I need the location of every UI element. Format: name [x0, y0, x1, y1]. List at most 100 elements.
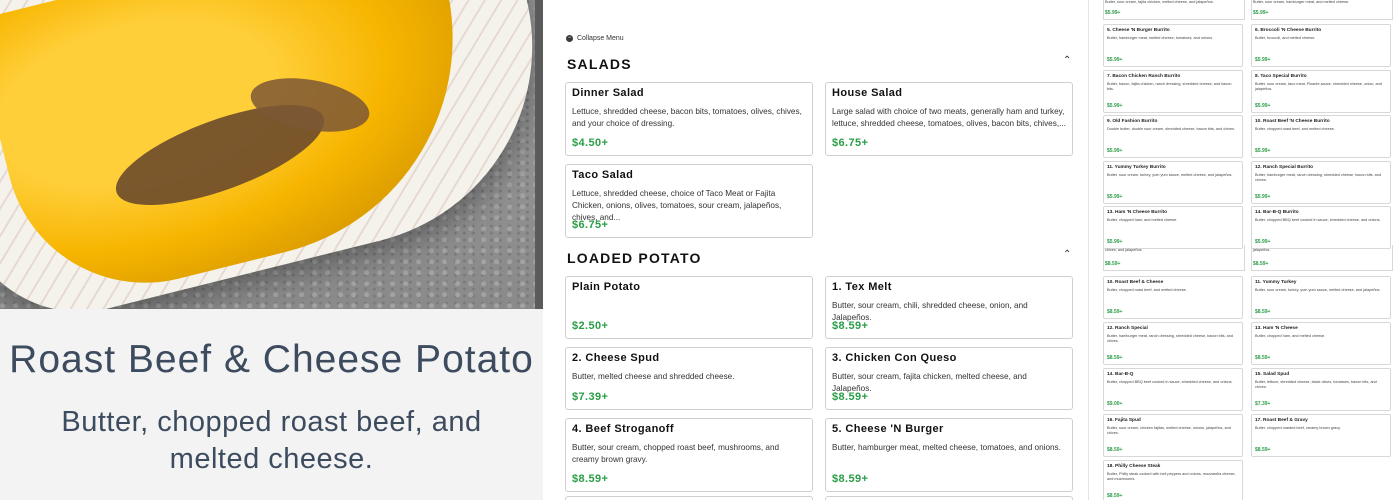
overview-item-description: Butter, lettuce, shredded cheese, black … [1255, 380, 1377, 390]
menu-item-name: 1. Tex Melt [832, 281, 892, 293]
overview-item-price: $8.59+ [1255, 309, 1271, 315]
menu-item-card[interactable]: 2. Cheese Spud Butter, melted cheese and… [565, 347, 813, 410]
overview-item-description: Butter, chopped roast beef, and melted c… [1255, 127, 1335, 131]
overview-item-card[interactable]: 18. Philly Cheese Steak Butter, Philly st… [1103, 460, 1243, 500]
overview-item-description: Butter, chopped BBQ beef cooked in sauce… [1107, 380, 1233, 384]
overview-item-price: $5.99+ [1107, 148, 1123, 154]
overview-item-name: 16. Fajita Spud [1107, 418, 1141, 423]
menu-item-description: Butter, hamburger meat, melted cheese, t… [832, 443, 1061, 452]
overview-item-name: 17. Roast Beef & Gravy [1255, 418, 1308, 423]
menu-item-name: Plain Potato [572, 281, 641, 293]
overview-item-card[interactable]: 13. Ham 'N Cheese Butter, chopped ham, an… [1251, 322, 1391, 365]
overview-item-name: 14. Bar-B-Q Burrito [1255, 210, 1299, 215]
overview-item-card[interactable]: 11. Yummy Turkey Butter, sour cream, turk… [1251, 276, 1391, 319]
menu-item-description: Large salad with choice of two meats, ge… [832, 107, 1066, 128]
overview-item-price: $8.59+ [1107, 309, 1123, 315]
overview-item-name: 13. Ham 'N Cheese Burrito [1107, 210, 1168, 215]
overview-item-description: Butter, hamburger meat, ranch dressing, … [1255, 172, 1382, 182]
overview-item-name: 9. Old Fashion Burrito [1107, 119, 1158, 124]
app-root: Roast Beef & Cheese Potato Butter, chopp… [0, 0, 1400, 500]
overview-item-name: 11. Yummy Turkey Burrito [1107, 164, 1166, 170]
menu-item-card[interactable]: 4. Beef Stroganoff Butter, sour cream, c… [565, 418, 813, 492]
overview-item-price: $8.59+ [1107, 493, 1123, 499]
overview-item-price: $5.99+ [1255, 57, 1271, 63]
menu-item-price: $6.75+ [832, 137, 869, 149]
collapse-menu-button[interactable]: − Collapse Menu [566, 35, 624, 42]
overview-item-name: 15. Salad Spud [1255, 372, 1290, 377]
overview-item-card[interactable]: 9. Old Fashion Burrito Double butter, dou… [1103, 115, 1243, 158]
overview-item-card[interactable]: 14. Bar-B-Q Butter, chopped BBQ beef cook… [1103, 368, 1243, 411]
overview-item-price: $5.99+ [1107, 57, 1123, 63]
overview-item-description: Butter, chopped roasted beef, creamy bro… [1255, 426, 1341, 430]
overview-item-name: 11. Yummy Turkey [1255, 280, 1297, 285]
item-description: Butter, chopped roast beef, and melted c… [61, 406, 482, 475]
menu-item-name: Dinner Salad [572, 87, 645, 99]
overview-item-card[interactable]: 6. Broccoli 'N Cheese Burrito Butter, bro… [1251, 24, 1391, 67]
item-title: Roast Beef & Cheese Potato [9, 338, 534, 381]
overview-item-card[interactable]: 10. Roast Beef & Cheese Butter, chopped r… [1103, 276, 1243, 319]
fragment-price: $8.59+ [1253, 261, 1269, 267]
menu-item-card[interactable]: Dinner Salad Lettuce, shredded cheese, b… [565, 82, 813, 156]
overview-item-card[interactable]: 15. Salad Spud Butter, lettuce, shredded … [1251, 368, 1391, 411]
menu-item-price: $7.39+ [572, 391, 609, 403]
overview-item-price: $8.59+ [1255, 355, 1271, 361]
menu-item-description: Lettuce, shredded cheese, bacon bits, to… [572, 107, 802, 128]
overview-item-card[interactable]: 11. Yummy Turkey Burrito Butter, sour cre… [1103, 160, 1243, 204]
menu-item-card[interactable]: 1. Tex Melt Butter, sour cream, chili, s… [825, 276, 1073, 339]
overview-item-description: Butter, hamburger meat, melted cheese, t… [1107, 36, 1214, 40]
partial-card[interactable] [1251, 245, 1393, 271]
overview-item-card[interactable]: 5. Cheese 'N Burger Burrito Butter, hambu… [1103, 24, 1243, 67]
section-title-loaded-potato: LOADED POTATO [567, 250, 702, 266]
overview-item-description: Butter, chopped roast beef, and melted c… [1107, 288, 1187, 292]
chevron-up-icon[interactable]: ⌃ [1063, 55, 1071, 66]
overview-item-card[interactable]: 13. Ham 'N Cheese Burrito Butter, chopped… [1103, 206, 1243, 249]
overview-item-card[interactable]: 10. Roast Beef 'N Cheese Burrito Butter, … [1251, 115, 1391, 158]
overview-item-card[interactable]: 8. Taco Special Burrito Butter, sour crea… [1251, 69, 1391, 113]
menu-item-name: Taco Salad [572, 169, 634, 181]
menu-item-name: 2. Cheese Spud [572, 352, 660, 364]
item-photo [0, 0, 543, 309]
overview-item-name: 10. Roast Beef 'N Cheese Burrito [1255, 119, 1330, 124]
menu-item-price: $2.50+ [572, 320, 609, 332]
collapse-menu-label: Collapse Menu [577, 35, 624, 42]
overview-item-description: Butter, chopped ham, and melted cheese. [1107, 218, 1178, 222]
menu-item-card[interactable]: Taco Salad Lettuce, shredded cheese, cho… [565, 164, 813, 238]
overview-item-description: Butter, hamburger meat, ranch dressing, … [1107, 334, 1234, 344]
menu-item-name: 4. Beef Stroganoff [572, 423, 674, 435]
section-title-salads: SALADS [567, 56, 632, 72]
overview-item-description: Butter, chopped BBQ beef cooked in sauce… [1255, 218, 1381, 222]
menu-item-card[interactable]: 3. Chicken Con Queso Butter, sour cream,… [825, 347, 1073, 410]
overview-item-name: 18. Philly Cheese Steak [1107, 464, 1161, 469]
overview-item-description: Butter, sour cream, turkey, yum yum sauc… [1107, 172, 1233, 177]
menu-item-card-partial[interactable] [825, 496, 1073, 500]
menu-item-card-partial[interactable] [565, 496, 813, 500]
overview-item-card[interactable]: 12. Ranch Special Butter, hamburger meat,… [1103, 322, 1243, 365]
overview-item-card[interactable]: 7. Bacon Chicken Ranch Burrito Butter, ba… [1103, 69, 1243, 113]
overview-item-card[interactable]: 17. Roast Beef & Gravy Butter, chopped ro… [1251, 414, 1391, 457]
menu-item-price: $8.59+ [832, 473, 869, 485]
overview-item-description: Double butter, double sour cream, shredd… [1107, 127, 1236, 131]
overview-item-card[interactable]: 12. Ranch Special Burrito Butter, hamburg… [1251, 160, 1391, 204]
overview-item-description: Butter, broccoli, and melted cheese. [1255, 36, 1316, 40]
menu-panel: − Collapse Menu SALADS ⌃ Dinner Salad Le… [543, 0, 1088, 500]
overview-item-description: Butter, chopped ham, and melted cheese. [1255, 334, 1326, 338]
overview-item-name: 12. Ranch Special Burrito [1255, 164, 1314, 170]
menu-item-card[interactable]: Plain Potato $2.50+ [565, 276, 813, 339]
fragment-text: jalapeños. [1253, 248, 1271, 252]
menu-item-card[interactable]: House Salad Large salad with choice of t… [825, 82, 1073, 156]
chevron-up-icon[interactable]: ⌃ [1063, 249, 1071, 260]
overview-item-description: Butter, sour cream, chicken fajitas, mel… [1107, 426, 1231, 436]
overview-panel: Butter, sour cream, fajita chicken, melt… [1088, 0, 1400, 500]
menu-item-price: $8.59+ [832, 391, 869, 403]
overview-item-description: Butter, sour cream, turkey, yum yum sauc… [1255, 288, 1381, 292]
overview-item-name: 13. Ham 'N Cheese [1255, 326, 1298, 331]
overview-item-card[interactable]: 14. Bar-B-Q Burrito Butter, chopped BBQ b… [1251, 206, 1391, 249]
menu-item-card[interactable]: 5. Cheese 'N Burger Butter, hamburger me… [825, 418, 1073, 492]
overview-item-price: $5.99+ [1107, 193, 1123, 200]
overview-item-name: 5. Cheese 'N Burger Burrito [1107, 28, 1170, 33]
overview-item-price: $8.59+ [1107, 447, 1123, 453]
overview-item-card[interactable]: 16. Fajita Spud Butter, sour cream, chick… [1103, 414, 1243, 457]
item-detail-panel: Roast Beef & Cheese Potato Butter, chopp… [0, 0, 543, 500]
overview-item-name: 7. Bacon Chicken Ranch Burrito [1107, 73, 1181, 79]
menu-item-price: $8.59+ [832, 320, 869, 332]
